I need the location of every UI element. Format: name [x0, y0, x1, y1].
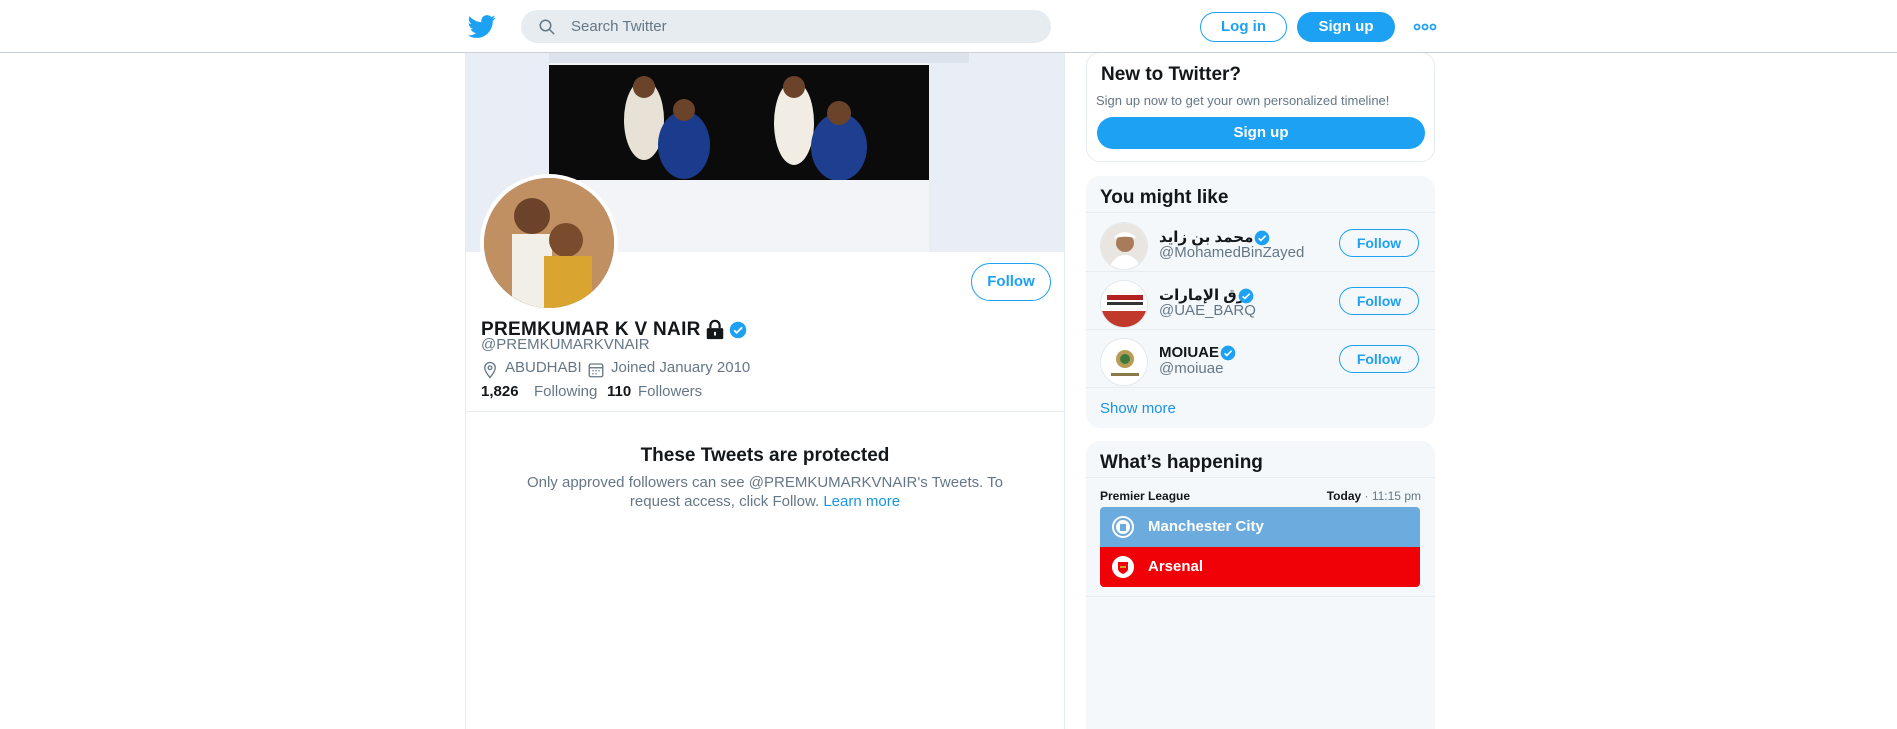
user-avatar-mohamedbinzayed[interactable] [1100, 222, 1148, 270]
show-more-link[interactable]: Show more [1100, 400, 1176, 417]
profile-joined-date: Joined January 2010 [611, 359, 751, 376]
trend-day: Today [1326, 489, 1362, 503]
whats-happening-card: What’s happening Premier League Today · … [1086, 441, 1435, 729]
follow-user-button[interactable]: Follow [1339, 287, 1419, 315]
follow-user-button[interactable]: Follow [1339, 345, 1419, 373]
search-input[interactable]: Search Twitter [571, 18, 667, 35]
follow-user-button[interactable]: Follow [1339, 229, 1419, 257]
banner-photo [549, 65, 929, 181]
followers-label[interactable]: Followers [638, 383, 702, 400]
login-button[interactable]: Log in [1200, 12, 1287, 42]
banner-toolbar [549, 53, 969, 63]
team-arsenal[interactable]: Arsenal [1100, 547, 1420, 587]
card-separator [1086, 477, 1435, 478]
whats-happening-title: What’s happening [1100, 452, 1263, 473]
you-might-like-card: You might like محمد بن زايد @MohamedBinZ… [1086, 176, 1435, 428]
arsenal-crest-icon [1112, 556, 1134, 578]
user-avatar-moiuae[interactable] [1100, 338, 1148, 386]
sidebar-signup-button[interactable]: Sign up [1097, 117, 1425, 149]
profile-handle: @PREMKUMARKVNAIR [481, 336, 650, 353]
new-to-twitter-title: New to Twitter? [1101, 64, 1242, 85]
user-name-text: MOIUAE [1159, 344, 1219, 361]
follow-button[interactable]: Follow [971, 263, 1051, 301]
user-handle: @UAE_BARQ [1159, 302, 1256, 319]
new-to-twitter-subtitle: Sign up now to get your own personalized… [1096, 93, 1390, 108]
trend-time: Today · 11:15 pm [1326, 489, 1421, 503]
learn-more-link[interactable]: Learn more [823, 493, 900, 510]
card-separator [1086, 212, 1435, 213]
location-pin-icon [484, 361, 496, 379]
card-separator [1086, 387, 1435, 388]
protected-tweets-message: Only approved followers can see @PREMKUM… [506, 473, 1024, 511]
profile-location: ABUDHABI [505, 359, 582, 376]
profile-avatar[interactable] [480, 174, 618, 312]
following-label[interactable]: Following [534, 383, 597, 400]
team-manchester-city[interactable]: Manchester City [1100, 507, 1420, 547]
lock-icon [706, 319, 724, 340]
user-avatar-uae-barq[interactable] [1100, 280, 1148, 328]
user-name[interactable]: MOIUAE [1159, 344, 1219, 361]
twitter-bird-icon[interactable] [468, 12, 496, 40]
user-handle: @MohamedBinZayed [1159, 244, 1305, 261]
new-to-twitter-card: New to Twitter? Sign up now to get your … [1086, 52, 1435, 162]
calendar-icon [588, 363, 604, 378]
manchester-city-crest-icon [1112, 516, 1134, 538]
profile-divider [466, 411, 1064, 412]
protected-tweets-text: Only approved followers can see @PREMKUM… [526, 474, 1004, 510]
trend-time-value: 11:15 pm [1371, 489, 1421, 503]
top-navigation-bar: Search Twitter Log in Sign up [0, 0, 1897, 53]
card-separator [1086, 329, 1435, 330]
user-handle: @moiuae [1159, 360, 1224, 377]
search-bar[interactable]: Search Twitter [521, 10, 1051, 43]
card-separator [1086, 271, 1435, 272]
following-count[interactable]: 1,826 [481, 383, 519, 400]
verified-badge-icon [1220, 345, 1236, 361]
signup-button[interactable]: Sign up [1297, 12, 1395, 42]
team-name: Arsenal [1148, 558, 1204, 575]
search-icon [539, 19, 555, 35]
team-name: Manchester City [1148, 518, 1264, 535]
followers-count[interactable]: 110 [607, 383, 631, 400]
verified-badge-icon [729, 321, 747, 339]
protected-tweets-title: These Tweets are protected [640, 445, 890, 466]
profile-column: Follow PREMKUMAR K V NAIR @PREMKUMARKVNA… [465, 53, 1065, 729]
you-might-like-title: You might like [1100, 187, 1229, 208]
more-options-icon[interactable] [1413, 17, 1437, 37]
card-separator [1086, 596, 1435, 597]
trend-league[interactable]: Premier League [1100, 489, 1190, 503]
